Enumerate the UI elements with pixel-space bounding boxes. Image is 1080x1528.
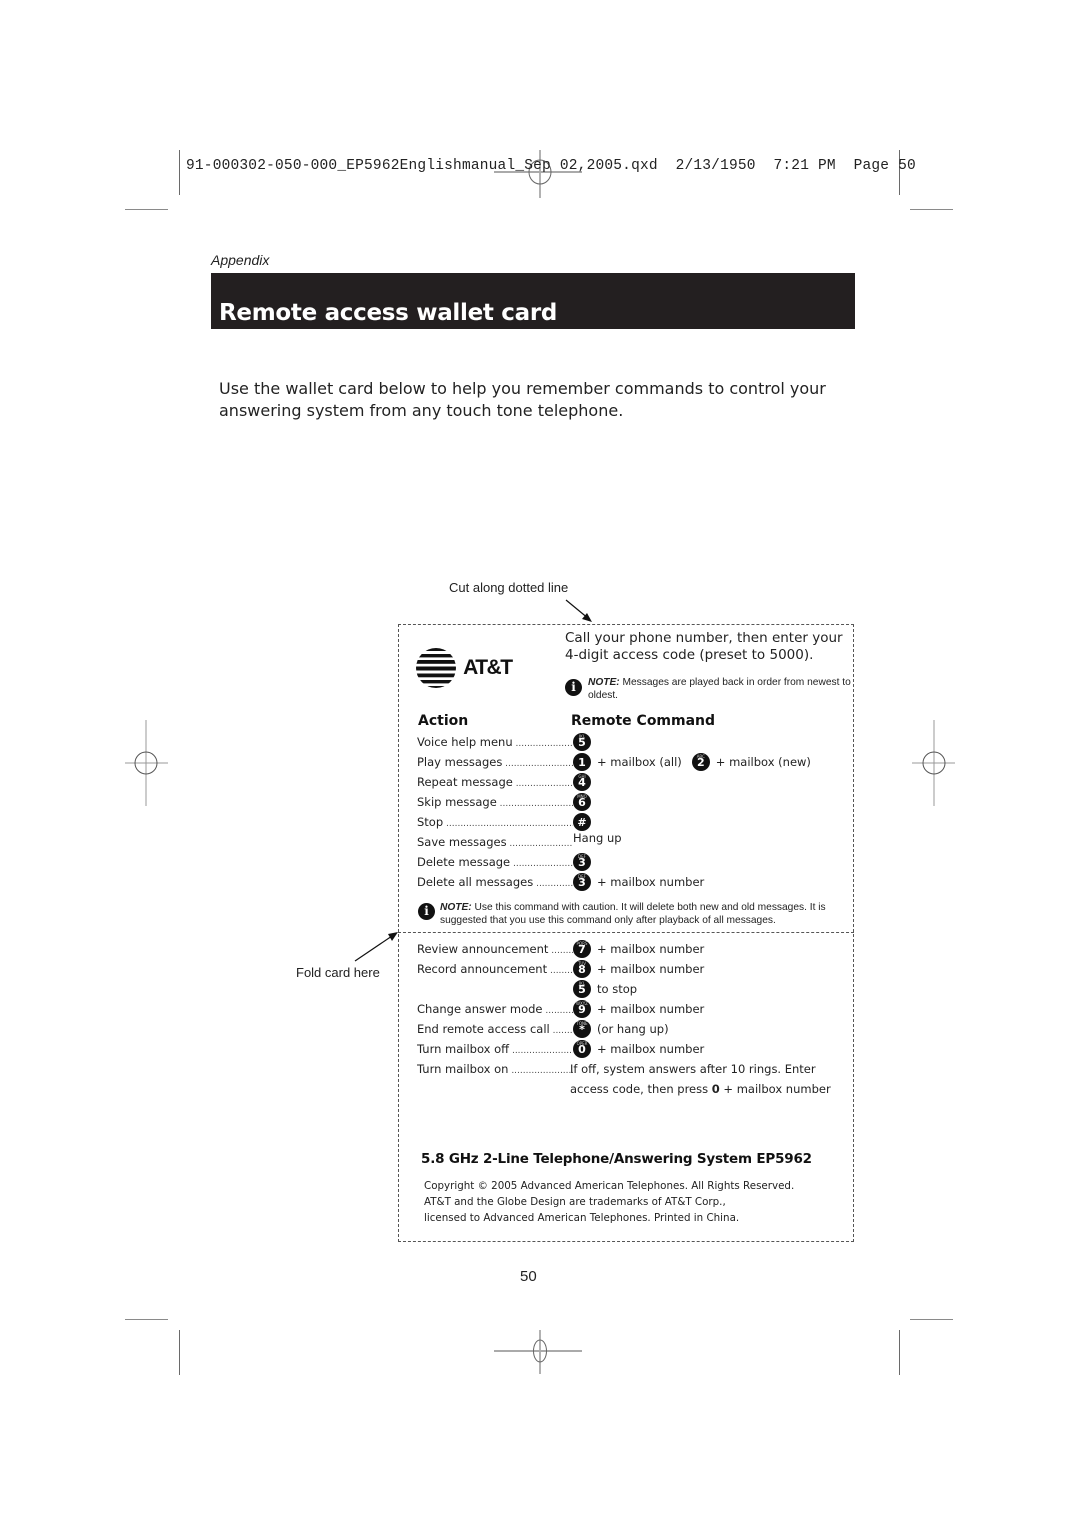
intro-paragraph: Use the wallet card below to help you re… (219, 379, 826, 420)
fold-line (398, 932, 854, 933)
key-2-icon: ABC 2 (691, 753, 710, 771)
att-logo: AT&T (416, 646, 513, 690)
crop-mark (125, 1319, 168, 1320)
crop-mark (179, 150, 180, 195)
command-row: Skip message MNO6 (417, 793, 597, 811)
crop-mark (179, 1330, 180, 1375)
command-row: JKL 5 to stop (417, 980, 637, 998)
command-row-continuation: access code, then press 0 + mailbox numb… (570, 1082, 831, 1096)
att-globe-icon (416, 648, 456, 688)
title-banner: Remote access wallet card (211, 273, 855, 329)
cut-label: Cut along dotted line (449, 580, 569, 595)
registration-mark-left (125, 720, 168, 806)
command-row: Save messages Hang up (417, 831, 622, 851)
page-number: 50 (520, 1268, 537, 1285)
product-name: 5.8 GHz 2-Line Telephone/Answering Syste… (421, 1151, 812, 1167)
key-7-icon: PQRS 7 (573, 940, 591, 958)
key-1-icon: 1 (573, 753, 591, 771)
registration-mark-right (912, 720, 955, 806)
page-title: Remote access wallet card (219, 300, 558, 326)
key-9-icon: WXYZ 9 (573, 1000, 591, 1018)
command-row: Delete all messages DEF3 + mailbox numbe… (417, 873, 704, 891)
key-5-icon: JKL 5 (573, 980, 591, 998)
command-row: Voice help menu JKL5 (417, 733, 597, 751)
key-3-icon: DEF 3 (573, 853, 591, 871)
info-icon: i (565, 679, 582, 696)
crop-mark (125, 209, 168, 210)
section-label: Appendix (211, 252, 270, 268)
command-row: End remote access call TONE* (or hang up… (417, 1020, 669, 1038)
note-text: Messages are played back in order from n… (588, 677, 851, 701)
fold-arrow-icon (354, 932, 398, 962)
command-row: Change answer mode WXYZ9 + mailbox numbe… (417, 1000, 704, 1018)
copyright-notice: Copyright © 2005 Advanced American Telep… (424, 1180, 795, 1224)
remote-command-header: Remote Command (571, 713, 716, 729)
command-row: Turn mailbox on If off, system answers a… (417, 1060, 816, 1078)
print-slug-line: 91-000302-050-000_EP5962Englishmanual_Se… (186, 158, 916, 174)
command-row: Delete message DEF3 (417, 853, 597, 871)
key-8-icon: TUV 8 (573, 960, 591, 978)
command-row: Stop # (417, 813, 597, 831)
key-4-icon: GHI 4 (573, 773, 591, 791)
command-row: Play messages 1 + mailbox (all) ABC2 + m… (417, 753, 811, 771)
key-0-icon: OPER 0 (573, 1040, 591, 1058)
key-star-icon: TONE * (573, 1020, 591, 1038)
key-pound-icon: # (573, 813, 591, 831)
note-delete-caution: i NOTE: Use this command with caution. I… (418, 902, 843, 927)
info-icon: i (418, 903, 435, 920)
command-row: Review announcement PQRS7 + mailbox numb… (417, 940, 704, 958)
crop-mark (910, 209, 953, 210)
key-6-icon: MNO 6 (573, 793, 591, 811)
registration-mark-bottom (494, 1330, 582, 1374)
command-row: Turn mailbox off OPER0 + mailbox number (417, 1040, 704, 1058)
action-header: Action (418, 713, 469, 729)
crop-mark (899, 1330, 900, 1375)
call-instruction: Call your phone number, then enter your … (565, 630, 843, 663)
command-row: Record announcement TUV8 + mailbox numbe… (417, 960, 704, 978)
cut-arrow-icon (565, 599, 592, 622)
note-playback-order: i NOTE: Messages are played back in orde… (565, 677, 853, 702)
note-label: NOTE: (588, 677, 620, 688)
key-3-icon: DEF 3 (573, 873, 591, 891)
note-label: NOTE: (440, 902, 472, 913)
crop-mark (910, 1319, 953, 1320)
command-row: Repeat message GHI4 (417, 773, 597, 791)
att-logo-text: AT&T (463, 656, 513, 679)
note-text: Use this command with caution. It will d… (440, 902, 826, 926)
fold-label: Fold card here (296, 965, 380, 980)
key-5-icon: JKL 5 (573, 733, 591, 751)
